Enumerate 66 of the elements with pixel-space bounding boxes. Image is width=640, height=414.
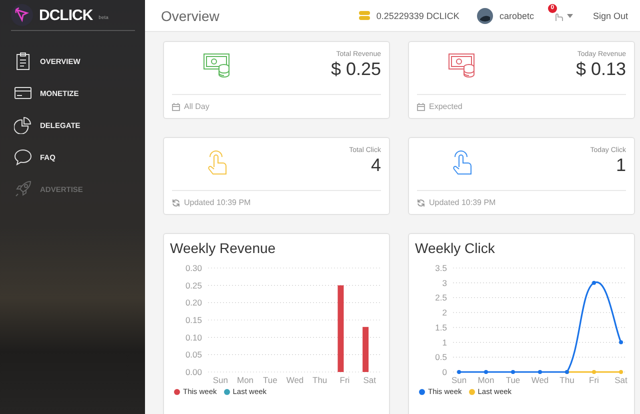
x-axis-label: Sun [212,375,228,385]
y-axis-label: 0 [442,367,447,377]
calendar-icon [417,102,425,110]
page-title: Overview [161,8,220,24]
y-axis-label: 3 [442,278,447,288]
y-axis-label: 0.20 [185,298,202,308]
data-point [484,370,488,374]
x-axis-label: Thu [560,375,574,385]
token-balance: 0.25229339 DCLICK [376,10,460,20]
x-axis-label: Mon [237,375,254,385]
data-point [592,280,596,285]
refresh-icon [417,198,425,206]
y-axis-label: 0.5 [435,352,447,362]
data-point [592,370,596,374]
stat-value: $ 0.25 [330,59,381,80]
x-axis-label: Fri [340,375,350,385]
x-axis-label: Tue [506,375,520,385]
stat-footer-text: All Day [184,102,210,111]
y-axis-label: 0.25 [185,280,202,290]
coin-stack-icon [359,11,370,20]
username-link[interactable]: carobetc [499,10,534,20]
stat-footer-text: Updated 10:39 PM [184,198,251,207]
y-axis-label: 0.30 [185,263,202,273]
y-axis-label: 0.15 [185,315,202,325]
avatar-icon [477,8,494,24]
y-axis-label: 0.05 [185,350,202,360]
logo-icon [11,4,33,26]
stat-footer-text: Expected [429,102,462,111]
x-axis-label: Tue [262,375,278,385]
x-axis-label: Thu [312,375,328,385]
y-axis-label: 1.5 [435,322,447,332]
x-axis-label: Sat [363,375,376,385]
data-point [538,370,542,374]
chart-title: Weekly Click [415,240,496,256]
x-axis-label: Mon [478,375,494,385]
sign-out-link[interactable]: Sign Out [592,10,628,20]
y-axis-label: 2 [442,308,447,318]
credit-card-icon [14,84,32,102]
brand-name: DCLICK [39,6,93,24]
x-axis-label: Sat [614,375,628,385]
pie-chart-icon [14,116,32,134]
y-axis-label: 2.5 [435,292,447,303]
y-axis-label: 1 [442,337,447,348]
calendar-icon [172,102,180,110]
x-axis-label: Fri [589,375,599,385]
bar [362,326,369,372]
refresh-icon [172,198,180,206]
caret-icon [566,14,573,18]
stat-value: $ 0.13 [576,59,626,80]
y-axis-label: 0.00 [185,367,202,377]
chart-title: Weekly Revenue [170,240,277,256]
stat-value: 4 [370,155,381,176]
stat-value: 1 [616,155,626,176]
data-point [457,370,461,374]
y-axis-label: 3.5 [435,263,447,273]
y-axis-label: 0.10 [185,332,202,342]
x-axis-label: Sun [451,375,467,385]
x-axis-label: Wed [286,375,304,385]
data-point [511,370,515,374]
stat-footer-text: Updated 10:39 PM [429,198,496,207]
clipboard-icon [14,52,32,70]
data-point [619,340,623,344]
x-axis-label: Wed [531,375,549,385]
speech-bubble-icon [14,148,32,166]
rocket-icon [14,180,32,198]
data-point [619,370,623,374]
